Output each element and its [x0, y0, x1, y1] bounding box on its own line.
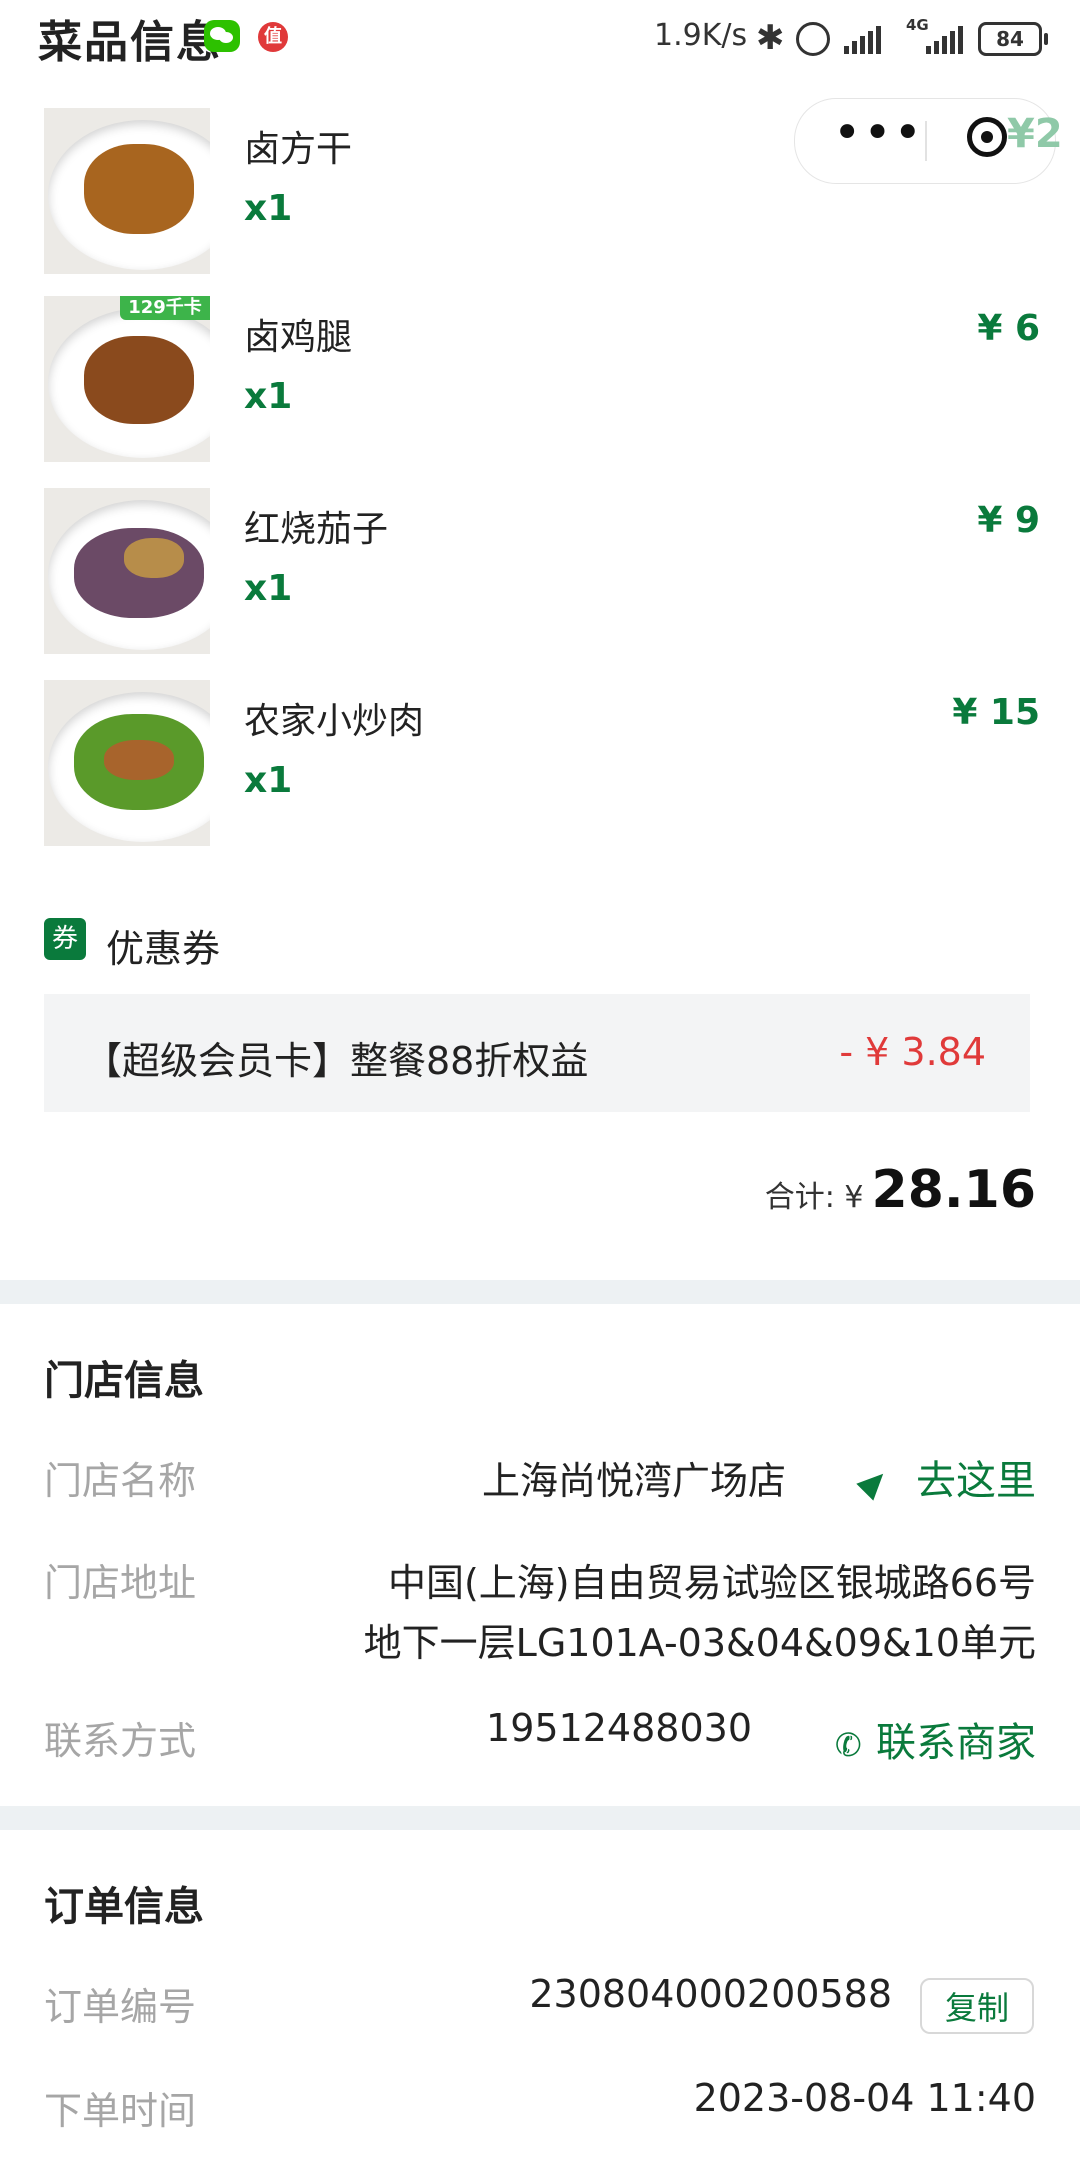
order-time-label: 下单时间 — [44, 2089, 197, 2133]
contact-label: 联系方式 — [44, 1719, 197, 1763]
dish-price: ¥ 6 — [977, 308, 1040, 349]
order-id-label: 订单编号 — [44, 1985, 197, 2029]
navigate-button[interactable]: 去这里 — [856, 1448, 1036, 1506]
network-speed: 1.9K/s — [654, 18, 748, 53]
contact-merchant-label: 联系商家 — [876, 1720, 1036, 1766]
battery-icon: 84 — [978, 22, 1048, 56]
contact-phone: 19512488030 — [486, 1706, 752, 1750]
dish-name: 农家小炒肉 — [244, 701, 425, 742]
store-address-line1: 中国(上海)自由贸易试验区银城路66号 — [387, 1561, 1036, 1605]
order-time-value: 2023-08-04 11:40 — [693, 2076, 1036, 2120]
store-address-line2: 地下一层LG101A-03&04&09&10单元 — [363, 1621, 1036, 1665]
coupon-row: 【超级会员卡】整餐88折权益 - ¥ 3.84 — [44, 994, 1030, 1112]
coupon-icon: 券 — [44, 918, 86, 960]
dish-qty: x1 — [244, 188, 293, 229]
wechat-icon — [204, 20, 240, 52]
dish-image — [44, 108, 210, 274]
status-icons: ✱ 4G 84 — [756, 14, 1056, 58]
total-label: 合计: ¥ — [764, 1180, 864, 1215]
coupon-header: 券 优惠券 — [44, 918, 644, 971]
bluetooth-icon: ✱ — [756, 18, 785, 58]
store-name-value: 上海尚悦湾广场店 — [481, 1459, 786, 1503]
store-name-label: 门店名称 — [44, 1459, 197, 1503]
section-divider — [0, 1806, 1080, 1830]
page-title: 菜品信息 — [38, 17, 222, 68]
copy-order-id-button[interactable]: 复制 — [920, 1978, 1034, 2034]
coupon-text: 【超级会员卡】整餐88折权益 — [84, 1039, 589, 1083]
dish-item: 卤方干 x1 — [0, 108, 1080, 288]
section-divider — [0, 1280, 1080, 1304]
signal-icon — [844, 26, 881, 54]
order-total: 合计: ¥28.16 — [436, 1160, 1036, 1230]
order-section-title: 订单信息 — [44, 1884, 204, 1930]
alarm-icon — [796, 22, 830, 56]
coupon-title: 优惠券 — [106, 927, 221, 971]
dish-image: 129千卡 — [44, 296, 210, 462]
dish-name: 红烧茄子 — [244, 509, 389, 550]
coupon-discount: - ¥ 3.84 — [839, 1030, 986, 1074]
signal-icon-2 — [926, 26, 963, 54]
dish-image — [44, 488, 210, 654]
dish-name: 卤方干 — [244, 129, 353, 170]
dish-price: ¥ 15 — [952, 692, 1040, 733]
store-section-title: 门店信息 — [44, 1358, 204, 1404]
calorie-badge: 129千卡 — [120, 296, 210, 320]
dish-image — [44, 680, 210, 846]
navigate-label: 去这里 — [916, 1458, 1036, 1504]
dish-item: 红烧茄子 x1 ¥ 9 — [0, 488, 1080, 668]
phone-icon: ✆ — [831, 1723, 866, 1767]
status-bar: 菜品信息 值 1.9K/s ✱ 4G 84 — [0, 0, 1080, 72]
contact-merchant-button[interactable]: ✆ 联系商家 — [831, 1710, 1036, 1768]
dish-qty: x1 — [244, 760, 293, 801]
zhi-badge-icon: 值 — [258, 22, 288, 52]
dish-qty: x1 — [244, 568, 293, 609]
dish-qty: x1 — [244, 376, 293, 417]
navigation-arrow-icon — [856, 1465, 892, 1501]
total-value: 28.16 — [871, 1160, 1036, 1220]
order-id-value: 230804000200588 — [529, 1972, 892, 2016]
store-address-label: 门店地址 — [44, 1561, 197, 1605]
dish-name: 卤鸡腿 — [244, 317, 353, 358]
dish-item: 农家小炒肉 x1 ¥ 15 — [0, 680, 1080, 860]
dish-price: ¥ 9 — [977, 500, 1040, 541]
dish-item: 129千卡 卤鸡腿 x1 ¥ 6 — [0, 296, 1080, 476]
